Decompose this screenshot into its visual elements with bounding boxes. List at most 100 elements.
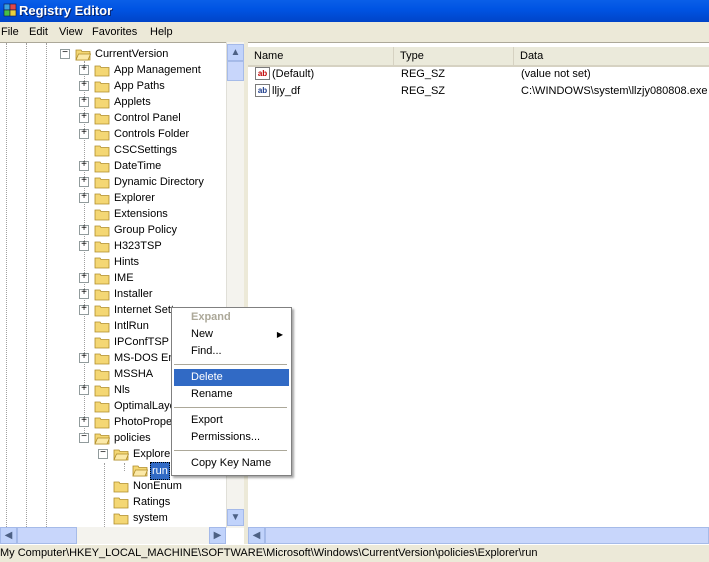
- context-menu: Expand New ▶ Find... Delete Rename Expor…: [171, 307, 292, 476]
- tree-item[interactable]: + IME: [0, 270, 240, 286]
- expand-toggle-icon[interactable]: +: [79, 111, 89, 123]
- scroll-left-button[interactable]: ◀: [0, 527, 17, 544]
- column-name[interactable]: Name: [248, 47, 394, 65]
- folder-icon: [94, 112, 110, 125]
- folder-icon: [94, 304, 110, 317]
- tree-item-label: MS-DOS Em: [114, 352, 178, 364]
- menu-item-find[interactable]: Find...: [174, 343, 289, 360]
- tree-item-label: Internet Sett: [114, 304, 174, 316]
- folder-icon: [94, 432, 111, 445]
- folder-icon: [94, 272, 110, 285]
- tree-item[interactable]: Extensions: [0, 206, 240, 222]
- tree-item-label: Control Panel: [114, 112, 181, 124]
- string-value-icon: ab: [255, 84, 270, 97]
- window-title: Registry Editor: [19, 3, 113, 18]
- tree-item[interactable]: Hints: [0, 254, 240, 270]
- expand-toggle-icon[interactable]: −: [98, 447, 108, 459]
- title-bar[interactable]: Registry Editor: [0, 0, 709, 22]
- expand-toggle-icon[interactable]: +: [79, 239, 89, 251]
- column-type[interactable]: Type: [394, 47, 514, 65]
- value-type: REG_SZ: [401, 85, 446, 97]
- folder-icon: [94, 368, 110, 381]
- expand-toggle-icon[interactable]: −: [79, 431, 89, 443]
- tree-item[interactable]: Ratings: [0, 494, 240, 510]
- tree-item[interactable]: + Applets: [0, 94, 240, 110]
- expand-toggle-icon[interactable]: +: [79, 223, 89, 235]
- tree-horizontal-scrollbar[interactable]: ◀ ▶: [0, 527, 226, 544]
- expand-toggle-icon[interactable]: +: [79, 351, 89, 363]
- expand-toggle-icon[interactable]: +: [79, 79, 89, 91]
- expand-toggle-icon[interactable]: +: [79, 271, 89, 283]
- tree-item[interactable]: + Installer: [0, 286, 240, 302]
- tree-item-label: Installer: [114, 288, 153, 300]
- scroll-thumb[interactable]: [265, 527, 709, 544]
- menu-item-export[interactable]: Export: [174, 412, 289, 429]
- list-item[interactable]: ab lljy_df REG_SZ C:\WINDOWS\system\llzj…: [248, 83, 709, 99]
- menu-item-rename[interactable]: Rename: [174, 386, 289, 403]
- expand-toggle-icon[interactable]: −: [60, 47, 70, 59]
- menu-help[interactable]: Help: [150, 25, 173, 39]
- tree-item-label: CSCSettings: [114, 144, 177, 156]
- menu-separator: [174, 450, 287, 451]
- folder-icon: [94, 400, 110, 413]
- tree-item-label: Nls: [114, 384, 130, 396]
- registry-icon: [3, 3, 17, 17]
- tree-item[interactable]: + Control Panel: [0, 110, 240, 126]
- folder-icon: [94, 224, 110, 237]
- tree-item[interactable]: + App Management: [0, 62, 240, 78]
- tree-item-label: App Management: [114, 64, 201, 76]
- menu-item-copy-key-name[interactable]: Copy Key Name: [174, 455, 289, 472]
- expand-toggle-icon[interactable]: +: [79, 415, 89, 427]
- menu-item-permissions[interactable]: Permissions...: [174, 429, 289, 446]
- scroll-right-button[interactable]: ▶: [209, 527, 226, 544]
- tree-item[interactable]: − CurrentVersion: [0, 46, 240, 62]
- column-data[interactable]: Data: [514, 47, 709, 65]
- folder-icon: [94, 256, 110, 269]
- expand-toggle-icon[interactable]: +: [79, 303, 89, 315]
- expand-toggle-icon[interactable]: +: [79, 159, 89, 171]
- tree-item[interactable]: + DateTime: [0, 158, 240, 174]
- scroll-thumb[interactable]: [17, 527, 77, 544]
- menu-file[interactable]: File: [1, 25, 19, 39]
- list-item[interactable]: ab (Default) REG_SZ (value not set): [248, 66, 709, 82]
- tree-item-label: Explorer: [114, 192, 155, 204]
- expand-toggle-icon[interactable]: +: [79, 383, 89, 395]
- string-value-icon: ab: [255, 67, 270, 80]
- folder-icon: [132, 464, 149, 477]
- scroll-down-button[interactable]: ▼: [227, 509, 244, 526]
- list-horizontal-scrollbar[interactable]: ◀: [248, 527, 709, 544]
- tree-item[interactable]: system: [0, 510, 240, 526]
- expand-toggle-icon[interactable]: +: [79, 175, 89, 187]
- value-list[interactable]: Name Type Data ab (Default) REG_SZ (valu…: [248, 42, 709, 545]
- tree-item-label: Extensions: [114, 208, 168, 220]
- scroll-thumb[interactable]: [227, 61, 244, 81]
- tree-item-label: DateTime: [114, 160, 162, 172]
- expand-toggle-icon[interactable]: +: [79, 95, 89, 107]
- tree-item[interactable]: + Dynamic Directory: [0, 174, 240, 190]
- value-name: lljy_df: [272, 85, 301, 97]
- menu-edit[interactable]: Edit: [29, 25, 48, 39]
- menu-favorites[interactable]: Favorites: [92, 25, 137, 39]
- expand-toggle-icon[interactable]: +: [79, 63, 89, 75]
- expand-toggle-icon[interactable]: +: [79, 191, 89, 203]
- folder-icon: [94, 352, 110, 365]
- tree-item[interactable]: NonEnum: [0, 478, 240, 494]
- menu-item-delete[interactable]: Delete: [174, 369, 289, 386]
- expand-toggle-icon[interactable]: +: [79, 127, 89, 139]
- tree-item[interactable]: + Group Policy: [0, 222, 240, 238]
- menu-item-expand[interactable]: Expand: [174, 309, 289, 326]
- tree-item[interactable]: + App Paths: [0, 78, 240, 94]
- tree-item-label: IPConfTSP: [114, 336, 170, 348]
- tree-item[interactable]: + H323TSP: [0, 238, 240, 254]
- menu-item-new[interactable]: New ▶: [174, 326, 289, 343]
- expand-toggle-icon[interactable]: +: [79, 287, 89, 299]
- tree-item[interactable]: + Explorer: [0, 190, 240, 206]
- tree-item-label: Applets: [114, 96, 151, 108]
- folder-icon: [113, 448, 130, 461]
- scroll-up-button[interactable]: ▲: [227, 44, 244, 61]
- menu-view[interactable]: View: [59, 25, 83, 39]
- scroll-left-button[interactable]: ◀: [248, 527, 265, 544]
- tree-item[interactable]: CSCSettings: [0, 142, 240, 158]
- submenu-arrow-icon: ▶: [276, 330, 283, 339]
- tree-item[interactable]: + Controls Folder: [0, 126, 240, 142]
